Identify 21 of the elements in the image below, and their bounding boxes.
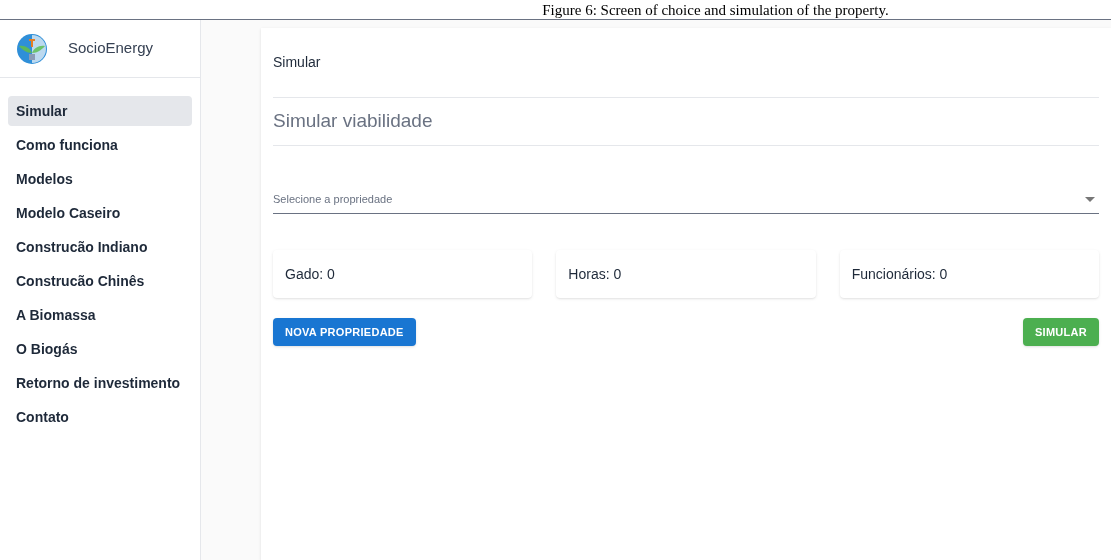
sidebar-item[interactable]: Modelo Caseiro [8, 198, 192, 228]
sidebar-item[interactable]: Como funciona [8, 130, 192, 160]
sidebar-item[interactable]: Modelos [8, 164, 192, 194]
stat-card: Funcionários: 0 [839, 250, 1099, 298]
sidebar-item[interactable]: Construcão Indiano [8, 232, 192, 262]
card-header: Simular [273, 53, 321, 72]
app-name: SocioEnergy [68, 38, 154, 59]
sidebar-item[interactable]: Retorno de investimento [8, 368, 192, 398]
section-title: Simular viabilidade [273, 109, 433, 134]
sidebar-item[interactable]: Simular [8, 96, 192, 126]
lightbulb-leaf-logo-icon [16, 32, 48, 65]
sidebar-item[interactable]: Contato [8, 402, 192, 432]
figure-caption: Figure 6: Screen of choice and simulation of the property. [541, 1, 889, 19]
sidebar-item[interactable]: O Biogás [8, 334, 192, 364]
sidebar-item[interactable]: A Biomassa [8, 300, 192, 330]
new-property-button[interactable]: NOVA PROPRIEDADE [273, 318, 416, 346]
stat-card: Horas: 0 [556, 250, 816, 298]
dropdown-caret-icon [1085, 197, 1095, 202]
stat-card: Gado: 0 [273, 250, 533, 298]
sidebar-item[interactable]: Construcão Chinês [8, 266, 192, 296]
property-select[interactable]: Selecione a propriedade [273, 186, 1099, 214]
